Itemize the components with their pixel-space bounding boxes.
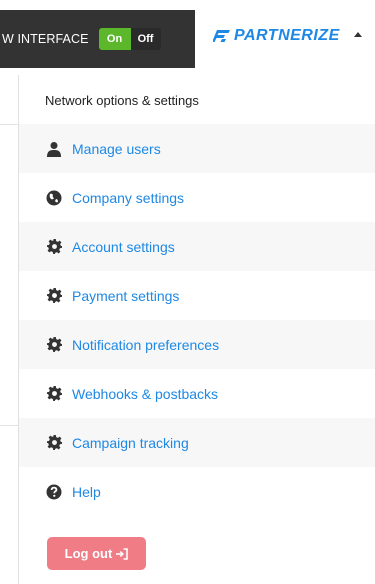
toggle-on-option[interactable]: On (98, 28, 131, 50)
menu-item-label: Campaign tracking (72, 434, 189, 451)
partnerize-logo-mark (213, 30, 230, 42)
logout-button[interactable]: Log out (47, 537, 146, 570)
menu-item-label: Webhooks & postbacks (72, 385, 219, 402)
menu-item-help[interactable]: Help (19, 467, 375, 516)
menu-item-label: Payment settings (72, 287, 180, 304)
menu-item-campaign-tracking[interactable]: Campaign tracking (19, 418, 375, 467)
background-divider (0, 124, 18, 125)
question-circle-icon (46, 484, 62, 500)
menu-item-payment-settings[interactable]: Payment settings (19, 271, 375, 320)
sign-in-icon (116, 547, 129, 560)
menu-heading: Network options & settings (45, 93, 199, 108)
toggle-off-option[interactable]: Off (130, 28, 161, 50)
menu-item-webhooks-postbacks[interactable]: Webhooks & postbacks (19, 369, 375, 418)
globe-icon (46, 190, 62, 206)
menu-item-company-settings[interactable]: Company settings (19, 173, 375, 222)
caret-up-icon[interactable] (354, 32, 362, 37)
new-interface-switch: W INTERFACE On Off (0, 10, 195, 68)
menu-item-label: Company settings (72, 189, 185, 206)
menu-item-label: Account settings (72, 238, 175, 255)
gear-icon (46, 239, 62, 255)
gear-icon (46, 435, 62, 451)
menu-item-label: Help (72, 483, 101, 500)
gear-icon (46, 386, 62, 402)
menu-item-label: Manage users (72, 140, 161, 157)
gear-icon (46, 288, 62, 304)
menu-item-manage-users[interactable]: Manage users (19, 124, 375, 173)
user-icon (46, 141, 62, 157)
top-bar: W INTERFACE On Off PARTNERIZE (0, 0, 375, 80)
menu-item-account-settings[interactable]: Account settings (19, 222, 375, 271)
logout-label: Log out (64, 546, 113, 561)
interface-toggle[interactable]: On Off (98, 28, 161, 50)
partnerize-logo[interactable]: PARTNERIZE (213, 27, 340, 45)
menu-item-label: Notification preferences (72, 336, 220, 353)
settings-dropdown-menu: Network options & settings Manage users … (18, 75, 375, 584)
interface-label: W INTERFACE (2, 32, 89, 46)
menu-item-notification-preferences[interactable]: Notification preferences (19, 320, 375, 369)
gear-icon (46, 337, 62, 353)
background-divider (0, 425, 18, 426)
brand-name: PARTNERIZE (234, 27, 340, 44)
